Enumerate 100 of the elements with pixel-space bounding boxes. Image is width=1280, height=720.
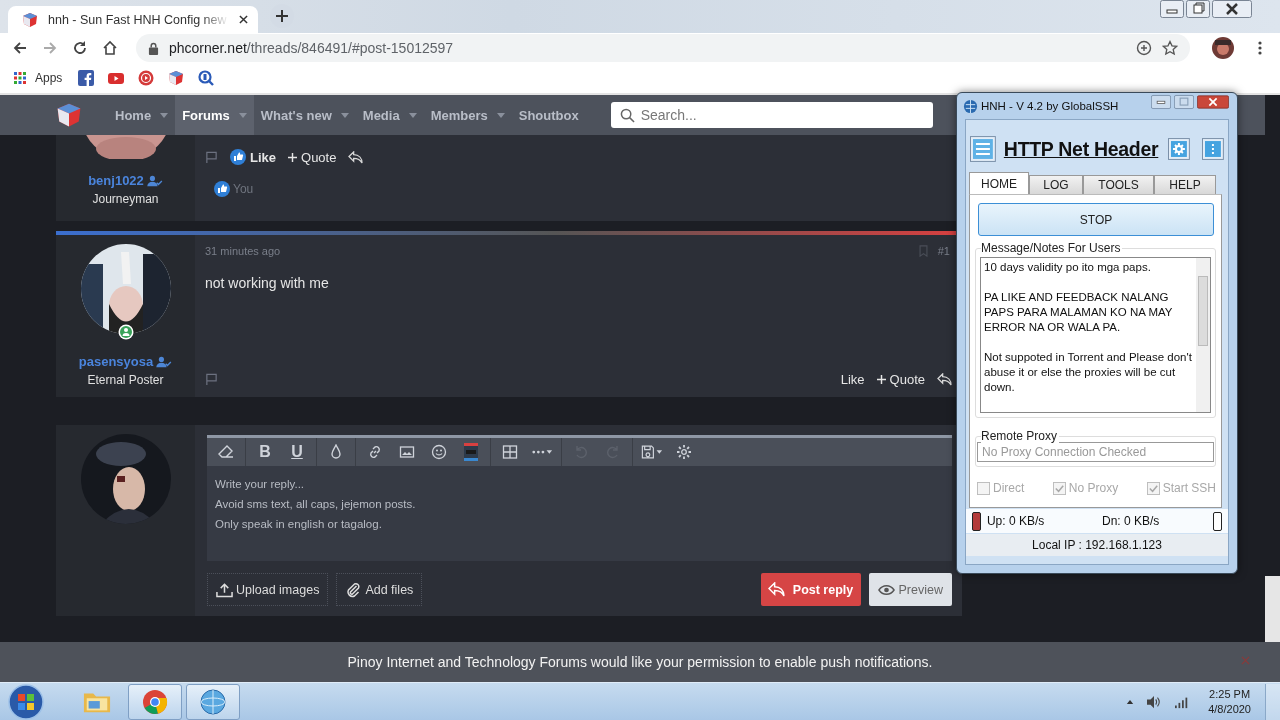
reply-arrow-icon[interactable]	[937, 373, 952, 386]
video-icon[interactable]	[108, 70, 125, 86]
reply-arrow-icon	[767, 582, 785, 597]
plus-icon	[288, 152, 297, 162]
nav-tab[interactable]: Media	[355, 95, 424, 135]
upload-images-button[interactable]: Upload images	[207, 573, 329, 606]
close-icon[interactable]	[1212, 0, 1252, 18]
like-badge-icon	[214, 181, 230, 197]
window-title: HNH - V 4.2 by GlobalSSH	[981, 100, 1119, 112]
eye-icon	[877, 583, 895, 596]
facebook-icon[interactable]	[78, 70, 95, 86]
cube-logo-icon[interactable]	[56, 102, 82, 128]
user-check-icon	[156, 355, 173, 368]
search-icon	[619, 108, 635, 123]
user-check-icon	[146, 174, 163, 187]
start-button[interactable]	[8, 683, 44, 720]
caret-icon	[238, 112, 247, 118]
address-bar[interactable]: phcorner.net/threads/846491/#post-15012597	[136, 34, 1190, 62]
nav-tab[interactable]: Home	[108, 95, 176, 135]
chrome-taskbar-button[interactable]	[128, 683, 182, 720]
star-icon[interactable]	[1162, 40, 1178, 56]
user-rank: Journeyman	[92, 192, 159, 206]
minimize-icon[interactable]	[1160, 0, 1184, 18]
clock[interactable]: 2:25 PM 4/8/2020	[1208, 686, 1251, 717]
user-rank: Eternal Poster	[87, 373, 164, 387]
ssh-taskbar-button[interactable]	[186, 683, 240, 720]
add-circle-icon[interactable]	[1136, 40, 1152, 56]
local-ip: Local IP : 192.168.1.123	[1032, 538, 1162, 552]
close-icon[interactable]	[1197, 94, 1229, 110]
quote-link[interactable]: Quote	[876, 372, 925, 387]
proxy-field[interactable]: No Proxy Connection Checked	[977, 442, 1214, 462]
caret-icon	[408, 112, 417, 118]
reload-icon[interactable]	[72, 40, 88, 56]
caret-icon[interactable]	[1126, 698, 1135, 705]
app-tab[interactable]: HELP	[1154, 175, 1216, 194]
username-link[interactable]: pasensyosa	[78, 354, 154, 369]
post-time: 31 minutes ago	[205, 245, 281, 257]
nav-tab[interactable]: What's new	[253, 95, 356, 135]
app-tab[interactable]: TOOLS	[1083, 175, 1154, 194]
caret-icon	[340, 112, 349, 118]
lock-icon	[148, 41, 159, 55]
stop-button[interactable]: STOP	[978, 203, 1214, 236]
info-icon[interactable]	[1202, 138, 1224, 160]
format-button[interactable]: U	[281, 438, 313, 466]
reply-field[interactable]: Write your reply... Avoid sms text, all caps, jejemon posts. Only speak in english or tagalog.	[207, 466, 952, 561]
like-badge-icon	[230, 149, 246, 165]
tab-title: hnh - Sun Fast HNH Config new	[48, 12, 228, 27]
nav-tab[interactable]: Members	[423, 95, 512, 135]
note-text: 10 days validity po ito mga paps.	[984, 260, 1152, 275]
quote-link[interactable]: Quote	[288, 149, 337, 165]
settings-icon[interactable]	[1168, 138, 1191, 160]
upload-rate: Up: 0 KB/s	[986, 514, 1046, 528]
caret-icon	[160, 112, 169, 118]
globe-icon	[963, 98, 978, 114]
reply-arrow-icon[interactable]	[348, 150, 364, 164]
search-field[interactable]: Search...	[610, 102, 933, 128]
home-icon[interactable]	[102, 40, 118, 56]
nav-tab[interactable]: Forums	[175, 95, 254, 135]
apps-grid-icon	[14, 72, 26, 84]
nav-tab[interactable]: Shoutbox	[511, 95, 586, 135]
globe-badge-icon	[199, 688, 227, 715]
magnifier-logo-icon[interactable]	[198, 70, 215, 86]
play-circle-icon[interactable]	[138, 70, 155, 86]
speaker-icon[interactable]	[1146, 694, 1163, 709]
plus-icon	[876, 375, 886, 384]
app-tab[interactable]: LOG	[1029, 175, 1083, 194]
cube-icon	[22, 11, 38, 28]
cube-icon[interactable]	[168, 70, 185, 86]
note-text: PA LIKE AND FEEDBACK NALANG PAPS PARA MALAMAN KO NA MAY ERROR NA OR WALA PA.	[984, 290, 1174, 335]
app-heading: HTTP Net Header	[1003, 137, 1159, 161]
clock-time: 2:25 PM	[1209, 686, 1251, 702]
post-number[interactable]: #1	[937, 245, 950, 257]
app-tab[interactable]: HOME	[969, 172, 1029, 194]
browser-tab[interactable]: hnh - Sun Fast HNH Config new	[8, 6, 258, 33]
notification-text: Pinoy Internet and Technology Forums would like your permission to enable push notifications.	[347, 654, 933, 670]
flag-icon[interactable]	[205, 373, 218, 386]
clock-date: 4/8/2020	[1208, 701, 1251, 717]
apps-link[interactable]: Apps	[14, 71, 63, 85]
restore-icon[interactable]	[1186, 0, 1210, 18]
like-link[interactable]: Like	[230, 149, 276, 165]
minimize-icon[interactable]	[1151, 94, 1171, 110]
menu-icon[interactable]	[1258, 40, 1262, 56]
post-reply-button[interactable]: Post reply	[760, 573, 861, 606]
back-icon[interactable]	[12, 40, 28, 56]
group-label: Message/Notes For Users	[981, 241, 1123, 255]
format-button[interactable]: B	[249, 438, 281, 466]
download-rate: Dn: 0 KB/s	[1102, 514, 1161, 528]
url-text: phcorner.net/threads/846491/#post-15012597	[169, 40, 454, 56]
post-text: not working with me	[205, 275, 330, 291]
close-icon[interactable]	[239, 15, 248, 24]
browser-icon	[141, 688, 169, 715]
add-files-button[interactable]: Add files	[336, 573, 423, 606]
username-link[interactable]: benj1022	[88, 173, 144, 188]
group-label: Remote Proxy	[981, 429, 1060, 443]
scrollbar[interactable]	[1196, 258, 1210, 412]
note-text: Not suppoted in Torrent and Please don't abuse it or else the proxies will be cut down.	[984, 350, 1193, 395]
like-link[interactable]: Like	[840, 372, 865, 387]
preview-button[interactable]: Preview	[868, 573, 952, 606]
flag-icon[interactable]	[205, 150, 218, 164]
reaction-text[interactable]: You	[233, 182, 254, 196]
